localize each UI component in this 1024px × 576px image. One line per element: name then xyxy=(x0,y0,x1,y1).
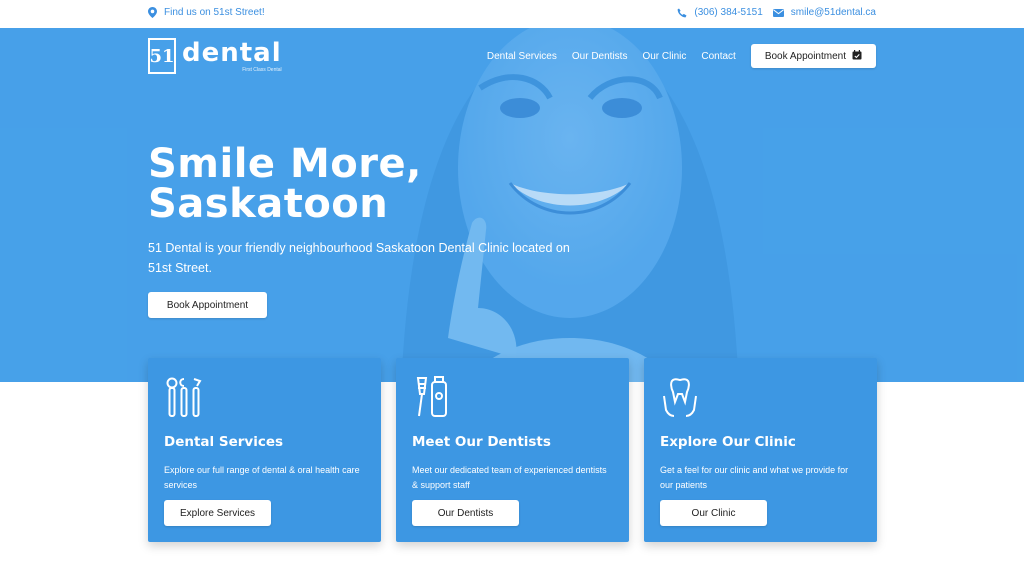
logo-tagline: First Class Dental xyxy=(242,66,282,73)
our-clinic-button[interactable]: Our Clinic xyxy=(660,500,767,526)
hero-subtitle: 51 Dental is your friendly neighbourhood… xyxy=(148,241,570,275)
our-dentists-label: Our Dentists xyxy=(437,507,494,519)
nav-our-dentists[interactable]: Our Dentists xyxy=(572,51,628,62)
phone-link[interactable]: (306) 384-5151 xyxy=(677,7,763,18)
nav-book-appointment-button[interactable]: Book Appointment xyxy=(750,44,876,68)
feature-cards: Dental Services Explore our full range o… xyxy=(148,358,880,542)
site-logo[interactable]: 51 dental First Class Dental xyxy=(148,38,282,74)
card-title: Meet Our Dentists xyxy=(412,434,551,450)
tooth-hands-icon xyxy=(660,376,861,420)
our-dentists-button[interactable]: Our Dentists xyxy=(412,500,519,526)
card-text: Meet our dedicated team of experienced d… xyxy=(412,465,607,490)
email-address: smile@51dental.ca xyxy=(790,7,876,18)
map-pin-icon xyxy=(148,7,157,18)
nav-contact[interactable]: Contact xyxy=(701,51,735,62)
dental-tools-icon xyxy=(164,376,365,420)
email-link[interactable]: smile@51dental.ca xyxy=(772,7,876,18)
card-meet-dentists: Meet Our Dentists Meet our dedicated tea… xyxy=(396,358,629,542)
location-info[interactable]: Find us on 51st Street! xyxy=(148,7,265,18)
phone-icon xyxy=(677,8,687,18)
logo-wordmark: dental xyxy=(182,37,282,68)
top-info-bar: Find us on 51st Street! (306) 384-5151 s… xyxy=(0,0,1024,28)
phone-number: (306) 384-5151 xyxy=(694,7,763,18)
explore-services-button[interactable]: Explore Services xyxy=(164,500,271,526)
main-nav: Dental Services Our Dentists Our Clinic … xyxy=(487,44,876,68)
explore-services-label: Explore Services xyxy=(179,507,256,519)
envelope-icon xyxy=(772,8,784,17)
nav-book-appointment-label: Book Appointment xyxy=(764,50,846,62)
calendar-check-icon xyxy=(852,49,862,63)
card-explore-clinic: Explore Our Clinic Get a feel for our cl… xyxy=(644,358,877,542)
our-clinic-label: Our Clinic xyxy=(691,507,736,519)
card-text: Get a feel for our clinic and what we pr… xyxy=(660,465,849,490)
location-text: Find us on 51st Street! xyxy=(164,7,265,18)
hero-section: 51 dental First Class Dental Dental Serv… xyxy=(0,28,1024,382)
hero-book-appointment-button[interactable]: Book Appointment xyxy=(148,292,267,318)
toothbrush-toothpaste-icon xyxy=(412,376,613,420)
logo-mark: 51 xyxy=(148,38,176,74)
nav-our-clinic[interactable]: Our Clinic xyxy=(642,51,686,62)
card-title: Explore Our Clinic xyxy=(660,434,796,450)
card-dental-services: Dental Services Explore our full range o… xyxy=(148,358,381,542)
nav-dental-services[interactable]: Dental Services xyxy=(487,51,557,62)
hero-book-appointment-label: Book Appointment xyxy=(166,299,249,311)
hero-headline-line1: Smile More, xyxy=(148,141,422,187)
card-title: Dental Services xyxy=(164,434,284,450)
card-text: Explore our full range of dental & oral … xyxy=(164,465,360,490)
hero-headline: Smile More, Saskatoon xyxy=(148,144,422,224)
hero-headline-line2: Saskatoon xyxy=(148,181,389,227)
